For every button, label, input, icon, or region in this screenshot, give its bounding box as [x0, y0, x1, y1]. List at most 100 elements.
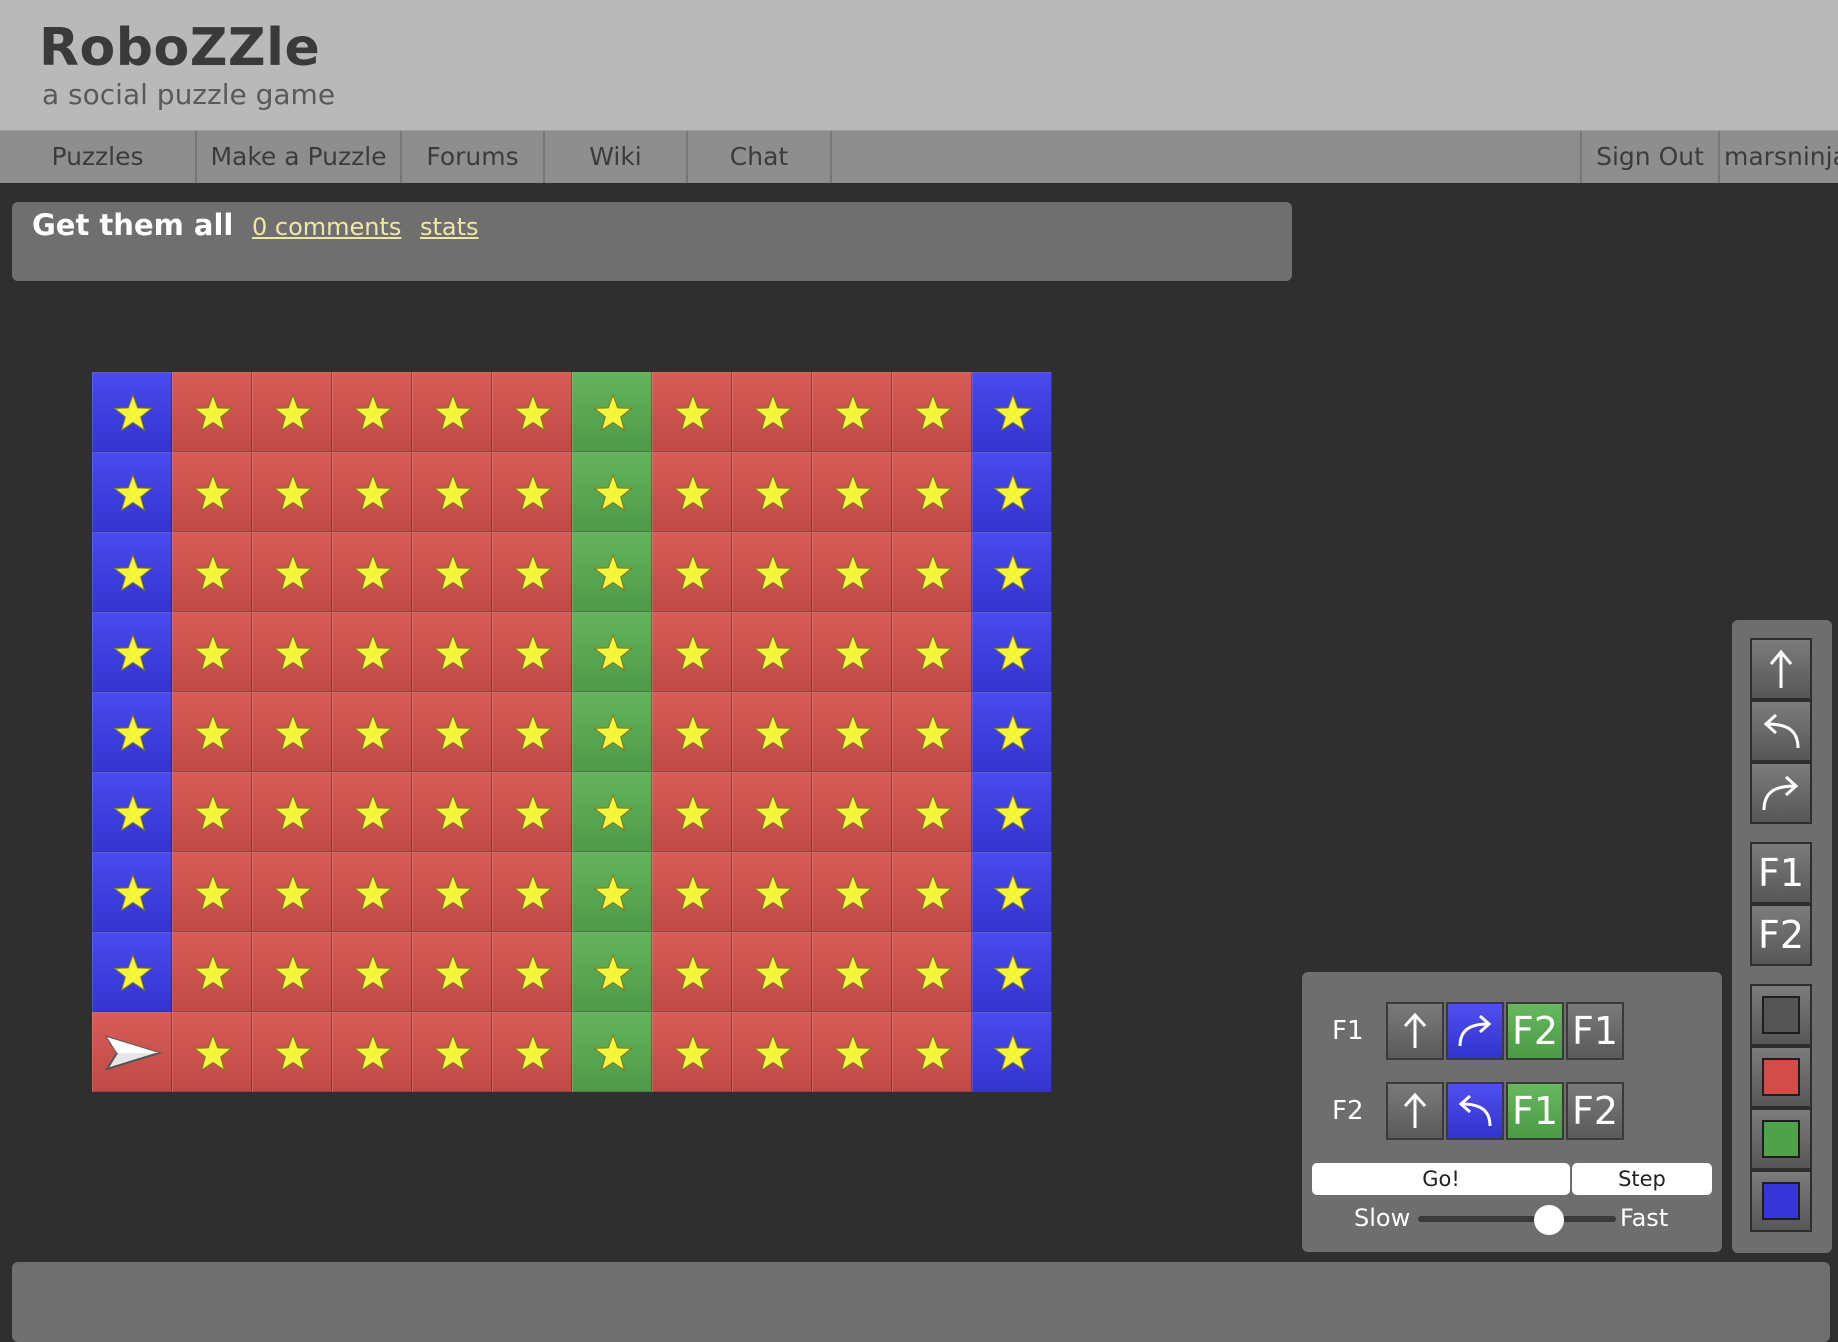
f2-slot-4-call[interactable]: F2 — [1566, 1082, 1624, 1140]
board-cell — [812, 692, 892, 772]
board-cell — [812, 772, 892, 852]
board-cell — [732, 452, 812, 532]
main-nav: Puzzles Make a Puzzle Forums Wiki Chat S… — [0, 130, 1838, 183]
f1-slot-3-call[interactable]: F2 — [1506, 1002, 1564, 1060]
f1-slot-4-call[interactable]: F1 — [1566, 1002, 1624, 1060]
nav-make-a-puzzle[interactable]: Make a Puzzle — [197, 131, 402, 183]
blue-swatch — [1762, 1182, 1800, 1220]
board-cell — [732, 612, 812, 692]
board-cell — [172, 932, 252, 1012]
board-cell — [492, 452, 572, 532]
board-cell — [972, 932, 1052, 1012]
palette-color-green[interactable] — [1750, 1108, 1812, 1170]
palette-f1-button[interactable]: F1 — [1750, 842, 1812, 904]
green-swatch — [1762, 1120, 1800, 1158]
board-cell — [412, 1012, 492, 1092]
board-cell — [92, 612, 172, 692]
board-cell — [332, 692, 412, 772]
command-palette: F1 F2 — [1732, 620, 1832, 1253]
board-cell — [92, 852, 172, 932]
board-cell — [652, 772, 732, 852]
speed-slider[interactable] — [1418, 1216, 1616, 1222]
red-swatch — [1762, 1058, 1800, 1096]
board-cell — [812, 452, 892, 532]
board-cell — [492, 1012, 572, 1092]
f2-slot-2-turn-left-icon[interactable] — [1446, 1082, 1504, 1140]
board-cell — [812, 532, 892, 612]
board-cell — [652, 372, 732, 452]
sign-out-link[interactable]: Sign Out — [1580, 131, 1718, 183]
board-cell — [332, 772, 412, 852]
board-cell — [492, 372, 572, 452]
stats-link[interactable]: stats — [420, 213, 479, 241]
board-cell — [412, 932, 492, 1012]
slow-label: Slow — [1354, 1204, 1411, 1232]
palette-color-red[interactable] — [1750, 1046, 1812, 1108]
fast-label: Fast — [1620, 1204, 1669, 1232]
board-cell — [172, 532, 252, 612]
board-cell — [652, 532, 732, 612]
palette-turn-right-icon[interactable] — [1750, 762, 1812, 824]
board-cell — [492, 852, 572, 932]
board-cell — [652, 932, 732, 1012]
speed-slider-thumb[interactable] — [1533, 1205, 1564, 1235]
board-cell — [572, 692, 652, 772]
board-cell — [492, 692, 572, 772]
board-cell — [412, 372, 492, 452]
nav-wiki[interactable]: Wiki — [545, 131, 688, 183]
palette-f2-button[interactable]: F2 — [1750, 904, 1812, 966]
site-title[interactable]: RoboZZle — [39, 18, 320, 78]
board-cell — [892, 852, 972, 932]
board-cell — [652, 452, 732, 532]
board-cell — [252, 772, 332, 852]
board-cell — [652, 692, 732, 772]
palette-color-gray[interactable] — [1750, 984, 1812, 1046]
board-cell — [812, 372, 892, 452]
board-cell — [92, 772, 172, 852]
palette-forward-icon[interactable] — [1750, 638, 1812, 700]
f1-slot-1-forward-icon[interactable] — [1386, 1002, 1444, 1060]
board-cell — [572, 372, 652, 452]
board-cell — [572, 772, 652, 852]
board-cell — [572, 532, 652, 612]
board-cell — [652, 612, 732, 692]
board-cell — [732, 1012, 812, 1092]
palette-color-blue[interactable] — [1750, 1170, 1812, 1232]
board-cell — [972, 692, 1052, 772]
palette-turn-left-icon[interactable] — [1750, 700, 1812, 762]
board-cell — [972, 612, 1052, 692]
board-cell — [732, 772, 812, 852]
f1-slot-2-turn-right-icon[interactable] — [1446, 1002, 1504, 1060]
board-cell — [572, 932, 652, 1012]
board-cell — [652, 852, 732, 932]
step-button[interactable]: Step — [1572, 1163, 1712, 1195]
nav-chat[interactable]: Chat — [688, 131, 832, 183]
comments-link[interactable]: 0 comments — [252, 213, 401, 241]
board-cell — [172, 372, 252, 452]
nav-puzzles[interactable]: Puzzles — [0, 131, 197, 183]
nav-forums[interactable]: Forums — [402, 131, 545, 183]
f2-slot-3-call[interactable]: F1 — [1506, 1082, 1564, 1140]
board-cell — [92, 532, 172, 612]
robot-cell — [92, 1012, 172, 1092]
board-cell — [252, 372, 332, 452]
go-button[interactable]: Go! — [1312, 1163, 1570, 1195]
board-cell — [492, 772, 572, 852]
board-cell — [812, 612, 892, 692]
board-cell — [252, 692, 332, 772]
board-cell — [92, 452, 172, 532]
board-cell — [972, 452, 1052, 532]
board-cell — [412, 612, 492, 692]
program-panel: F1 F2 F2 F1 F1 F2 Go! Step Slow Fast — [1302, 972, 1722, 1252]
puzzle-title: Get them all — [32, 208, 234, 242]
board-cell — [572, 1012, 652, 1092]
board-cell — [892, 692, 972, 772]
board-cell — [92, 692, 172, 772]
f2-label: F2 — [1332, 1096, 1364, 1126]
username-link[interactable]: marsninja — [1718, 131, 1838, 183]
board-cell — [972, 772, 1052, 852]
board-cell — [972, 852, 1052, 932]
board-cell — [252, 852, 332, 932]
board-cell — [972, 372, 1052, 452]
f2-slot-1-forward-icon[interactable] — [1386, 1082, 1444, 1140]
